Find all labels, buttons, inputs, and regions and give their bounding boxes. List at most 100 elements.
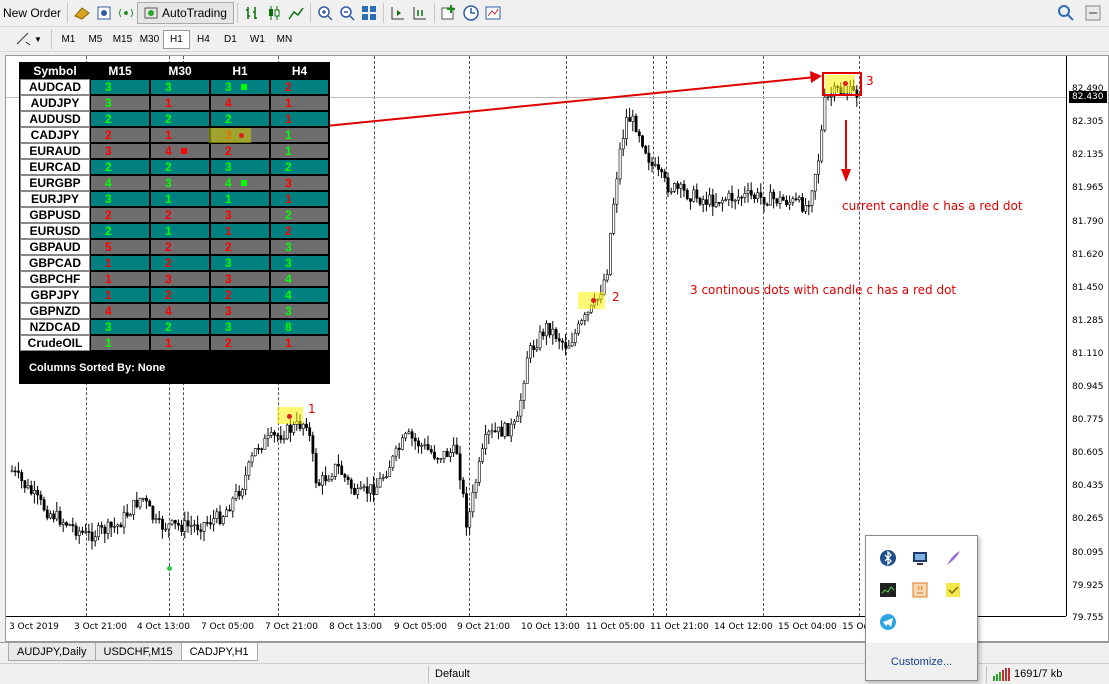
value-cell-m30: 2 (150, 159, 210, 175)
symbol-cell[interactable]: GBPAUD (20, 239, 90, 255)
symbol-cell[interactable]: GBPCAD (20, 255, 90, 271)
header-h1[interactable]: H1 (210, 63, 270, 79)
timeframe-mn[interactable]: MN (271, 30, 298, 49)
telegram-icon[interactable] (878, 612, 898, 632)
symbol-cell[interactable]: AUDCAD (20, 79, 90, 95)
bar-chart-icon[interactable] (243, 4, 261, 22)
tab-audjpy-daily[interactable]: AUDJPY,Daily (8, 643, 96, 661)
price-label: 82.305 (1072, 117, 1104, 127)
line-studies-icon[interactable] (14, 30, 32, 48)
line-chart-icon[interactable] (287, 4, 305, 22)
header-m15[interactable]: M15 (90, 63, 150, 79)
zoom-out-icon[interactable] (338, 4, 356, 22)
table-row: CADJPY2131 (20, 127, 329, 143)
customize-link[interactable]: Customize... (866, 643, 977, 680)
separator (67, 3, 69, 23)
symbol-cell[interactable]: EURJPY (20, 191, 90, 207)
search-icon[interactable] (1057, 4, 1075, 22)
timeframe-h4[interactable]: H4 (190, 30, 217, 49)
value-cell-m30: 2 (150, 111, 210, 127)
autoscroll-icon[interactable] (411, 4, 429, 22)
bluetooth-icon[interactable] (878, 548, 898, 568)
time-label: 3 Oct 21:00 (74, 622, 127, 632)
chart-shift-icon[interactable] (389, 4, 407, 22)
value-cell-m30: 3 (150, 175, 210, 191)
table-row: AUDUSD 2 2 2 1 (20, 111, 329, 127)
signals-icon[interactable] (117, 4, 135, 22)
value-cell-h4: 2 (270, 207, 329, 223)
value-cell-m15: 2 (90, 223, 150, 239)
chevron-down-icon[interactable]: ▼ (34, 35, 42, 44)
indicators-icon[interactable] (440, 4, 458, 22)
value-cell-m15: 4 (90, 303, 150, 319)
sticky-note-icon[interactable] (943, 580, 963, 600)
time-label: 7 Oct 21:00 (265, 622, 318, 632)
price-label: 80.605 (1072, 448, 1104, 458)
main-toolbar: New Order AutoTrading (0, 0, 1109, 27)
system-tray-popup: Customize... (865, 535, 978, 681)
time-label: 7 Oct 05:00 (201, 622, 254, 632)
data-window-icon[interactable] (95, 4, 113, 22)
symbol-cell[interactable]: GBPUSD (20, 207, 90, 223)
symbol-cell[interactable]: EURCAD (20, 159, 90, 175)
time-label: 11 Oct 21:00 (650, 622, 709, 632)
symbol-cell[interactable]: CADJPY (20, 127, 90, 143)
header-h4[interactable]: H4 (270, 63, 329, 79)
table-row: EURAUD 3 4 2 1 (20, 143, 329, 159)
header-m30[interactable]: M30 (150, 63, 210, 79)
timeframe-d1[interactable]: D1 (217, 30, 244, 49)
value-cell-m30: 3 (150, 271, 210, 287)
periods-icon[interactable] (462, 4, 480, 22)
signal-marker (241, 84, 247, 90)
new-order-button[interactable]: New Order (0, 2, 64, 24)
autotrading-button[interactable]: AutoTrading (137, 2, 234, 24)
zoom-in-icon[interactable] (316, 4, 334, 22)
java-icon[interactable] (910, 580, 930, 600)
terminal-icon[interactable] (878, 580, 898, 600)
timeframe-h1[interactable]: H1 (162, 29, 190, 49)
tile-windows-icon[interactable] (360, 4, 378, 22)
templates-icon[interactable] (484, 4, 502, 22)
autotrading-label: AutoTrading (162, 6, 227, 20)
value-cell-m15: 1 (90, 287, 150, 303)
header-symbol[interactable]: Symbol (20, 63, 90, 79)
timeframe-m15[interactable]: M15 (109, 30, 136, 49)
table-row: GBPCHF 1 3 3 4 (20, 271, 329, 287)
candlestick-chart-icon[interactable] (265, 4, 283, 22)
autotrading-icon (142, 4, 160, 22)
symbol-cell[interactable]: GBPNZD (20, 303, 90, 319)
value-cell-m30: 1 (150, 95, 210, 111)
timeframe-w1[interactable]: W1 (244, 30, 271, 49)
symbol-cell[interactable]: NZDCAD (20, 319, 90, 335)
timeframe-m1[interactable]: M1 (55, 30, 82, 49)
table-row: GBPAUD 5 2 2 3 (20, 239, 329, 255)
symbol-cell[interactable]: EURGBP (20, 175, 90, 191)
value-cell-m30: 2 (150, 287, 210, 303)
timeframe-m5[interactable]: M5 (82, 30, 109, 49)
tab-usdchf-m15[interactable]: USDCHF,M15 (94, 643, 182, 661)
timeframe-m30[interactable]: M30 (136, 30, 163, 49)
help-icon[interactable] (1084, 4, 1102, 22)
symbol-cell[interactable]: EURAUD (20, 143, 90, 159)
value-cell-h4: 2 (270, 159, 329, 175)
market-watch-icon[interactable] (73, 4, 91, 22)
price-label: 80.435 (1072, 481, 1104, 491)
symbol-cell[interactable]: EURUSD (20, 223, 90, 239)
value-cell-m15: 3 (90, 95, 150, 111)
value-cell-m15: 2 (90, 127, 150, 143)
table-row: NZDCAD 3 2 3 8 (20, 319, 329, 335)
time-label: 14 Oct 12:00 (714, 622, 773, 632)
status-profile: Default (428, 665, 558, 683)
network-monitor-icon[interactable] (910, 548, 930, 568)
tab-cadjpy-h1[interactable]: CADJPY,H1 (180, 643, 258, 661)
symbol-cell[interactable]: AUDJPY (20, 95, 90, 111)
symbol-cell[interactable]: CrudeOIL (20, 335, 90, 351)
feather-icon[interactable] (943, 548, 963, 568)
table-row: EURCAD 2 2 3 2 (20, 159, 329, 175)
symbol-cell[interactable]: GBPCHF (20, 271, 90, 287)
symbol-cell[interactable]: GBPJPY (20, 287, 90, 303)
separator (309, 3, 311, 23)
symbol-cell[interactable]: AUDUSD (20, 111, 90, 127)
value-cell-m15: 3 (90, 319, 150, 335)
cell-highlight (209, 128, 251, 143)
